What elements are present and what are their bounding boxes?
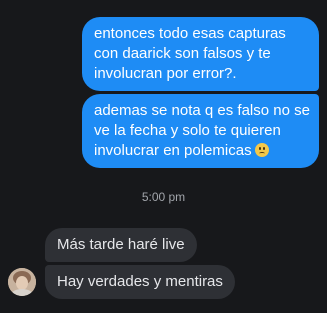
incoming-message-bubble[interactable]: Más tarde haré live (45, 228, 197, 262)
message-text: Hay verdades y mentiras (57, 273, 223, 290)
message-text-line: involucran por error?. (94, 65, 237, 82)
outgoing-message-bubble[interactable]: entonces todo esas capturas con daarick … (82, 17, 319, 91)
contact-avatar[interactable] (8, 268, 36, 296)
message-text-line: ademas se nota q es falso no se (94, 102, 310, 119)
message-text: Más tarde haré live (57, 236, 185, 253)
message-text: involucrar en polemicas (94, 142, 252, 159)
message-text-line-with-emoji: involucrar en polemicas (94, 141, 311, 161)
avatar-image (8, 268, 36, 296)
incoming-message-bubble[interactable]: Hay verdades y mentiras (45, 265, 235, 299)
frowning-face-emoji-icon (254, 143, 269, 157)
message-text-line: con daarick son falsos y te (94, 45, 271, 62)
message-timestamp: 5:00 pm (141, 190, 186, 204)
message-text-line: entonces todo esas capturas (94, 25, 286, 42)
message-text-line: ve la fecha y solo te quieren (94, 122, 281, 139)
outgoing-message-bubble[interactable]: ademas se nota q es falso no se ve la fe… (82, 94, 319, 168)
